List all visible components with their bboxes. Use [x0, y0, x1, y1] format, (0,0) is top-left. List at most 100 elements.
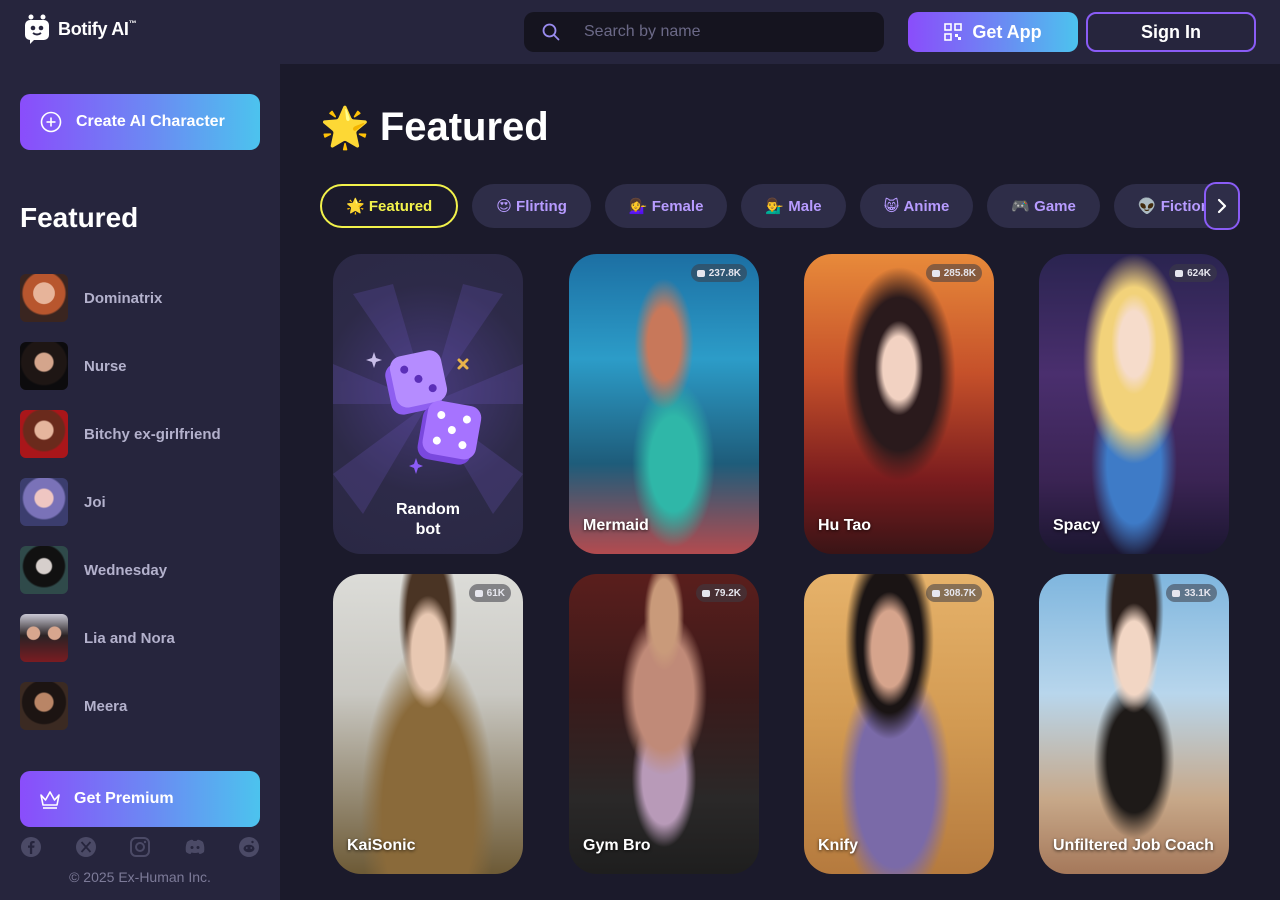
page-title-text: Featured	[379, 105, 549, 149]
qr-code-icon	[944, 23, 963, 41]
tab-label: Female	[651, 197, 704, 215]
tab-game[interactable]: 🎮 Game	[987, 184, 1100, 228]
get-premium-label: Get Premium	[74, 790, 174, 807]
instagram-icon[interactable]	[129, 836, 151, 858]
chat-count-badge: 285.8K	[925, 264, 982, 282]
sidebar-item-lia-and-nora[interactable]: Lia and Nora	[20, 614, 260, 662]
chat-count-badge: 237.8K	[690, 264, 747, 282]
character-card-knify[interactable]: 308.7K Knify	[804, 574, 994, 874]
social-links	[20, 836, 260, 858]
facebook-icon[interactable]	[20, 836, 42, 858]
tab-female[interactable]: 💁‍♀️ Female	[604, 184, 728, 228]
chat-count-badge: 33.1K	[1166, 584, 1217, 602]
chat-count-badge: 624K	[1169, 264, 1217, 282]
search-input[interactable]	[584, 23, 864, 41]
page-title: 🌟 Featured	[320, 104, 549, 151]
chat-count-badge: 79.2K	[696, 584, 747, 602]
random-bot-card[interactable]: Random bot	[333, 254, 523, 554]
chevron-right-icon	[1217, 198, 1227, 214]
brand-logo[interactable]: Botify AI™	[24, 14, 137, 44]
card-title: Knify	[818, 837, 858, 854]
card-title: Unfiltered Job Coach	[1053, 837, 1214, 854]
chat-bubble-icon	[1172, 589, 1181, 597]
avatar	[20, 410, 68, 458]
sidebar-section-title: Featured	[20, 202, 139, 233]
sidebar-item-label: Bitchy ex-girlfriend	[84, 425, 221, 443]
card-title: Hu Tao	[818, 517, 872, 534]
cat-icon: 😸	[883, 198, 900, 215]
star-icon: 🌟	[346, 198, 365, 215]
sidebar-item-label: Dominatrix	[84, 289, 163, 307]
sign-in-button[interactable]: Sign In	[1086, 12, 1256, 52]
search-bar[interactable]	[524, 12, 884, 52]
character-card-hu-tao[interactable]: 285.8K Hu Tao	[804, 254, 994, 554]
alien-icon: 👽	[1137, 198, 1157, 215]
chat-bubble-icon	[702, 589, 711, 597]
woman-icon: 💁‍♀️	[628, 198, 648, 215]
x-icon[interactable]	[75, 836, 97, 858]
tab-label: Game	[1034, 197, 1076, 215]
chat-bubble-icon	[931, 269, 940, 277]
category-tabs: 🌟 Featured 😍 Flirting 💁‍♀️ Female 💁‍♂️ M…	[320, 184, 1240, 228]
chat-bubble-icon	[696, 269, 705, 277]
robot-logo-icon	[25, 14, 49, 44]
tab-label: Featured	[368, 197, 433, 215]
sidebar-item-label: Wednesday	[84, 561, 168, 579]
crown-icon	[40, 791, 60, 809]
gamepad-icon: 🎮	[1011, 198, 1030, 215]
avatar	[20, 614, 68, 662]
avatar	[20, 478, 68, 526]
man-icon: 💁‍♂️	[765, 198, 785, 215]
brand-name: Botify AI™	[58, 18, 137, 39]
avatar	[20, 342, 68, 390]
character-card-gym-bro[interactable]: 79.2K Gym Bro	[569, 574, 759, 874]
create-ai-character-button[interactable]: Create AI Character	[20, 94, 260, 150]
random-bot-label: Random bot	[396, 501, 460, 538]
sidebar-item-nurse[interactable]: Nurse	[20, 342, 260, 390]
sidebar-item-label: Nurse	[84, 357, 127, 375]
character-card-kaisonic[interactable]: 61K KaiSonic	[333, 574, 523, 874]
avatar	[20, 274, 68, 322]
sidebar-item-label: Meera	[84, 697, 128, 715]
sign-in-label: Sign In	[1141, 21, 1201, 42]
chat-bubble-icon	[931, 589, 940, 597]
get-app-button[interactable]: Get App	[908, 12, 1078, 52]
card-title: Gym Bro	[583, 837, 651, 854]
get-premium-button[interactable]: Get Premium	[20, 771, 260, 827]
star-icon: 🌟	[320, 106, 370, 150]
sidebar-character-list: Dominatrix Nurse Bitchy ex-girlfriend Jo…	[20, 274, 260, 750]
copyright-text: © 2025 Ex-Human Inc.	[69, 869, 211, 885]
sidebar-item-bitchy-ex-girlfriend[interactable]: Bitchy ex-girlfriend	[20, 410, 260, 458]
character-card-unfiltered-job-coach[interactable]: 33.1K Unfiltered Job Coach	[1039, 574, 1229, 874]
search-icon	[542, 23, 560, 41]
tab-flirting[interactable]: 😍 Flirting	[472, 184, 591, 228]
top-header: Botify AI™ Get App Sign In	[0, 0, 1280, 64]
chat-bubble-icon	[1175, 269, 1184, 277]
sidebar-item-dominatrix[interactable]: Dominatrix	[20, 274, 260, 322]
create-ai-character-label: Create AI Character	[76, 113, 225, 130]
chat-count-badge: 61K	[468, 584, 511, 602]
card-title: KaiSonic	[347, 837, 416, 854]
reddit-icon[interactable]	[238, 836, 260, 858]
character-card-spacy[interactable]: 624K Spacy	[1039, 254, 1229, 554]
tabs-next-button[interactable]	[1204, 182, 1240, 230]
tab-label: Fiction	[1160, 197, 1210, 215]
sidebar-item-meera[interactable]: Meera	[20, 682, 260, 730]
discord-icon[interactable]	[184, 836, 206, 858]
tab-featured[interactable]: 🌟 Featured	[320, 184, 459, 228]
sidebar-item-wednesday[interactable]: Wednesday	[20, 546, 260, 594]
avatar	[20, 546, 68, 594]
tab-label: Flirting	[516, 197, 567, 215]
chat-bubble-icon	[474, 589, 483, 597]
chat-count-badge: 308.7K	[925, 584, 982, 602]
card-title: Mermaid	[583, 517, 649, 534]
tab-male[interactable]: 💁‍♂️ Male	[741, 184, 846, 228]
avatar	[20, 682, 68, 730]
heart-eyes-icon: 😍	[496, 198, 512, 215]
tab-anime[interactable]: 😸 Anime	[859, 184, 974, 228]
sidebar-item-joi[interactable]: Joi	[20, 478, 260, 526]
sidebar-item-label: Lia and Nora	[84, 629, 175, 647]
character-card-mermaid[interactable]: 237.8K Mermaid	[569, 254, 759, 554]
sidebar-item-label: Joi	[84, 493, 106, 511]
card-title: Spacy	[1053, 517, 1101, 534]
